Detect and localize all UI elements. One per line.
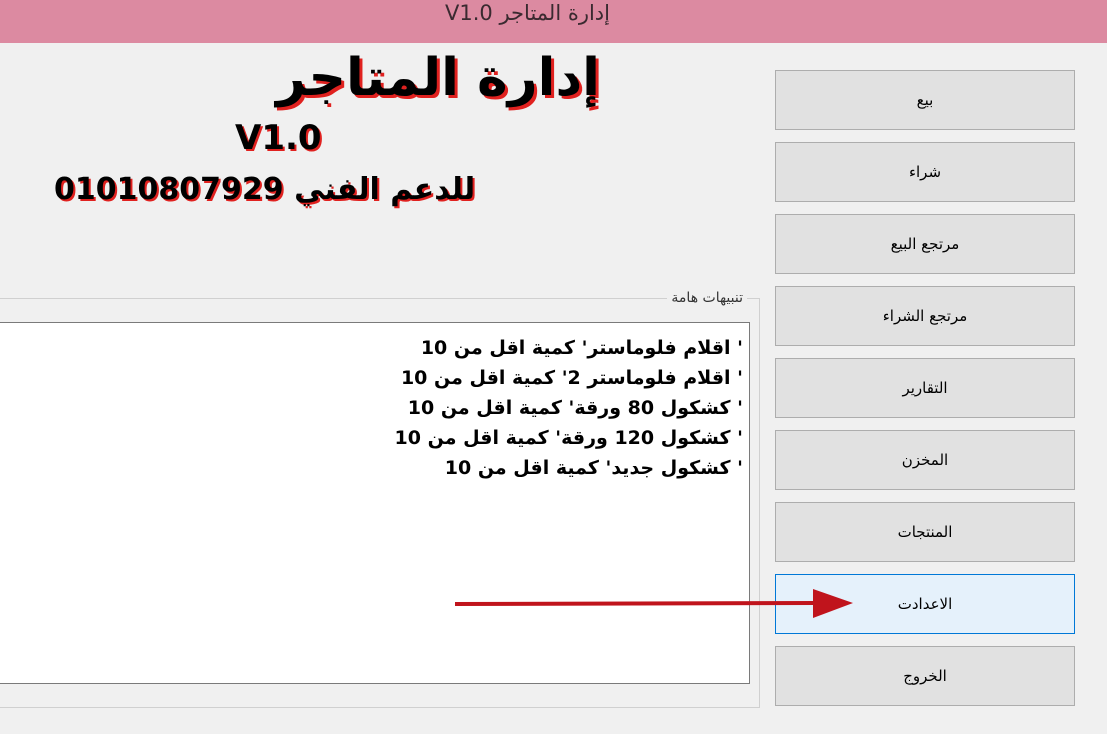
logo-title: إدارة المتاجر [276, 48, 600, 108]
products-button[interactable]: المنتجات [775, 502, 1075, 562]
alert-item: ' كشكول 120 ورقة' كمية اقل من 10 [394, 427, 743, 449]
alert-item: ' كشكول جديد' كمية اقل من 10 [444, 457, 743, 479]
purchase-button[interactable]: شراء [775, 142, 1075, 202]
red-arrow-annotation [455, 589, 853, 618]
arrow-shaft [455, 601, 816, 606]
inventory-button[interactable]: المخزن [775, 430, 1075, 490]
purchase-return-button[interactable]: مرتجع الشراء [775, 286, 1075, 346]
sell-button[interactable]: بيع [775, 70, 1075, 130]
sales-return-button[interactable]: مرتجع البيع [775, 214, 1075, 274]
alert-item: ' كشكول 80 ورقة' كمية اقل من 10 [407, 397, 743, 419]
alert-item: ' اقلام فلوماستر 2' كمية اقل من 10 [400, 367, 743, 389]
logo-support-phone: للدعم الفني 01010807929 [54, 172, 476, 207]
reports-button[interactable]: التقارير [775, 358, 1075, 418]
alert-item: ' اقلام فلوماستر' كمية اقل من 10 [420, 337, 743, 359]
alerts-group-title: تنبيهات هامة [667, 289, 747, 307]
app-logo: إدارة المتاجر V1.0 للدعم الفني 010108079… [40, 48, 600, 228]
exit-button[interactable]: الخروج [775, 646, 1075, 706]
window-title: إدارة المتاجر V1.0 [445, 1, 610, 25]
arrow-head [813, 589, 853, 618]
logo-version: V1.0 [235, 118, 322, 158]
alerts-textbox[interactable]: ' اقلام فلوماستر' كمية اقل من 10 ' اقلام… [0, 322, 750, 684]
title-bar[interactable]: إدارة المتاجر V1.0 [0, 0, 1107, 43]
